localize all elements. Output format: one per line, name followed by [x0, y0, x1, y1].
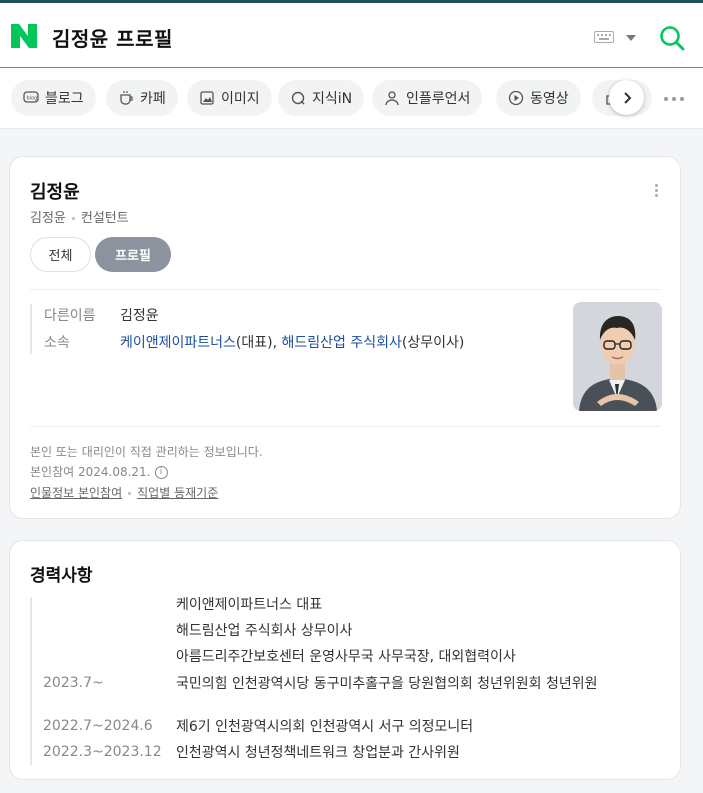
- career-text: 인천광역시 청년정책네트워크 창업분과 간사위원: [176, 745, 460, 761]
- affiliation-link-2[interactable]: 해드림산업 주식회사: [282, 335, 402, 351]
- career-text: 아름드리주간보호센터 운영사무국 사무국장, 대외협력이사: [176, 649, 516, 665]
- filter-profile-button[interactable]: 프로필: [95, 237, 171, 272]
- divider: [30, 289, 661, 290]
- affiliation-role-2: (상무이사): [401, 335, 465, 351]
- search-query[interactable]: 김정윤 프로필: [52, 23, 173, 52]
- tab-cafe[interactable]: 카페: [106, 80, 178, 116]
- tab-label: 지식iN: [312, 91, 353, 107]
- image-icon: [200, 91, 214, 105]
- alias-label: 다른이름: [44, 308, 96, 324]
- profile-subtitle: 김정윤 컨설턴트: [30, 207, 129, 226]
- info-icon[interactable]: i: [154, 466, 168, 479]
- chevron-down-icon[interactable]: [626, 35, 636, 41]
- profile-name: 김정윤: [30, 182, 80, 203]
- more-menu-icon[interactable]: [664, 97, 684, 101]
- career-text: 제6기 인천광역시의회 인천광역시 서구 의정모니터: [176, 719, 474, 735]
- person-icon: [385, 91, 399, 106]
- career-card: 경력사항 케이앤제이파트너스 대표 해드림산업 주식회사 상무이사 아름드리주간…: [9, 540, 681, 780]
- alias-value: 김정윤: [120, 308, 159, 324]
- keyboard-icon[interactable]: [594, 31, 614, 43]
- separator-dot: [128, 492, 132, 495]
- tab-kin[interactable]: 지식iN: [278, 80, 365, 116]
- profile-links: 인물정보 본인참여 직업별 등재기준: [30, 484, 218, 501]
- career-text: 국민의힘 인천광역시당 동구미추홀구을 당원협의회 청년위원회 청년위원: [176, 676, 598, 692]
- tab-label: 이미지: [221, 91, 260, 107]
- tab-influencer[interactable]: 인플루언서: [372, 80, 483, 116]
- blog-icon: blog: [23, 91, 39, 103]
- career-date: 2022.3~2023.12: [43, 744, 162, 760]
- search-tabs: blog 블로그 카페 이미지 지식iN 인플루언서 동영상: [0, 68, 703, 129]
- tab-label: 블로그: [45, 91, 84, 107]
- profile-photo[interactable]: [573, 302, 662, 411]
- participation-date-text: 본인참여 2024.08.21.: [30, 465, 151, 479]
- search-header: 김정윤 프로필: [0, 0, 703, 68]
- career-text: 케이앤제이파트너스 대표: [176, 597, 323, 613]
- tabs-next-button[interactable]: [609, 80, 644, 115]
- kebab-menu-icon[interactable]: [655, 184, 658, 197]
- profile-card: 김정윤 김정윤 컨설턴트 전체 프로필 다른이름 김정윤 소속 케이앤제이파트너스…: [9, 156, 681, 519]
- cafe-icon: [120, 91, 133, 105]
- info-accent-bar: [30, 304, 32, 354]
- video-icon: [508, 90, 524, 106]
- career-title: 경력사항: [30, 566, 93, 586]
- filter-all-button[interactable]: 전체: [30, 237, 91, 272]
- affiliation-role-1: (대표),: [235, 335, 282, 351]
- affiliation-value: 케이앤제이파트너스(대표), 해드림산업 주식회사(상무이사): [120, 332, 464, 352]
- tab-image[interactable]: 이미지: [187, 80, 272, 116]
- tab-video[interactable]: 동영상: [496, 80, 581, 116]
- tab-label: 동영상: [530, 91, 569, 107]
- chevron-right-icon: [623, 91, 631, 104]
- svg-text:blog: blog: [27, 96, 38, 102]
- profile-job: 컨설턴트: [80, 211, 129, 226]
- career-accent-bar: [30, 597, 32, 765]
- affiliation-label: 소속: [44, 335, 70, 351]
- career-date: 2022.7~2024.6: [43, 718, 153, 734]
- career-text: 해드림산업 주식회사 상무이사: [176, 623, 353, 639]
- divider: [30, 426, 661, 427]
- kin-icon: [291, 91, 305, 105]
- self-participation-link[interactable]: 인물정보 본인참여: [30, 486, 122, 500]
- affiliation-link-1[interactable]: 케이앤제이파트너스: [120, 335, 236, 351]
- search-icon[interactable]: [659, 25, 685, 51]
- participation-date: 본인참여 2024.08.21. i: [30, 463, 168, 480]
- tab-label: 인플루언서: [406, 91, 471, 107]
- profile-sub-name: 김정윤: [30, 211, 66, 226]
- naver-logo-icon[interactable]: [11, 24, 37, 48]
- managed-notice: 본인 또는 대리인이 직접 관리하는 정보입니다.: [30, 445, 263, 459]
- separator-dot: [71, 217, 75, 220]
- listing-criteria-link[interactable]: 직업별 등재기준: [137, 486, 218, 500]
- career-date: 2023.7~: [43, 675, 104, 691]
- tab-blog[interactable]: blog 블로그: [11, 80, 96, 116]
- tab-label: 카페: [140, 91, 166, 107]
